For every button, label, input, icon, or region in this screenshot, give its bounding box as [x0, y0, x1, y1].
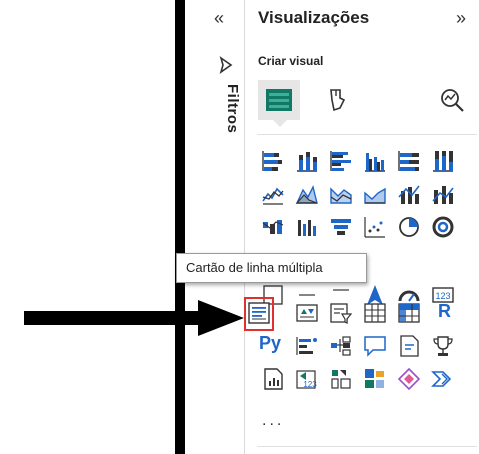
- analytics-magnifier-icon[interactable]: [438, 86, 466, 114]
- 100-stacked-bar-icon[interactable]: [396, 148, 422, 174]
- more-visuals-button[interactable]: ...: [262, 412, 284, 430]
- waterfall-icon[interactable]: [260, 214, 286, 240]
- trophy-icon[interactable]: [430, 333, 456, 359]
- gauge-ring-icon[interactable]: [430, 214, 456, 240]
- pointer-arrow-icon: [24, 300, 244, 336]
- visual-selected-icon[interactable]: [264, 86, 294, 114]
- table-icon[interactable]: [362, 300, 388, 326]
- line-stacked-column-icon[interactable]: [362, 181, 388, 207]
- qa-icon[interactable]: [362, 333, 388, 359]
- filters-pane-label[interactable]: Filtros: [224, 84, 241, 133]
- diamond-icon[interactable]: [396, 366, 422, 392]
- svg-text:123: 123: [303, 380, 317, 389]
- ribbon-chart-icon[interactable]: [430, 181, 456, 207]
- line-clustered-column-icon[interactable]: [396, 181, 422, 207]
- clustered-column-icon[interactable]: [362, 148, 388, 174]
- clustered-bar-icon[interactable]: [328, 148, 354, 174]
- double-chevron-left-icon[interactable]: «: [214, 8, 224, 29]
- double-chevron-right-icon[interactable]: »: [456, 8, 466, 29]
- slicer-icon[interactable]: [328, 300, 354, 326]
- stacked-bar-icon[interactable]: [260, 148, 286, 174]
- highlight-box: [244, 297, 274, 331]
- filters-pane: [185, 0, 245, 454]
- format-brush-icon[interactable]: [322, 86, 350, 114]
- divider-bottom: [257, 446, 477, 447]
- paginated-report-icon[interactable]: [260, 366, 286, 392]
- key-influencers-icon[interactable]: [294, 333, 320, 359]
- tooltip: Cartão de linha múltipla: [176, 253, 367, 283]
- divider: [257, 134, 477, 135]
- svg-text:123: 123: [435, 291, 450, 301]
- decomposition-chart-icon[interactable]: [362, 366, 388, 392]
- r-visual-icon[interactable]: R: [438, 301, 451, 322]
- selected-caret: [273, 120, 287, 127]
- python-visual-icon[interactable]: Py: [259, 333, 281, 354]
- kpi-icon[interactable]: [294, 300, 320, 326]
- power-automate-icon[interactable]: [328, 366, 354, 392]
- filter-icon[interactable]: [219, 56, 233, 74]
- smart-narrative-icon[interactable]: [396, 333, 422, 359]
- decomposition-tree-icon[interactable]: [328, 333, 354, 359]
- 100-stacked-column-icon[interactable]: [430, 148, 456, 174]
- line-chart-icon[interactable]: [260, 181, 286, 207]
- section-label: Criar visual: [258, 54, 324, 68]
- scatter-icon[interactable]: [328, 214, 354, 240]
- window-border: [175, 0, 185, 454]
- stacked-column-icon[interactable]: [294, 148, 320, 174]
- pie-icon[interactable]: [362, 214, 388, 240]
- powerapps-icon[interactable]: 123: [294, 366, 320, 392]
- matrix-icon[interactable]: [396, 300, 422, 326]
- stacked-area-icon[interactable]: [328, 181, 354, 207]
- area-chart-icon[interactable]: [294, 181, 320, 207]
- funnel-icon[interactable]: [294, 214, 320, 240]
- pane-title: Visualizações: [258, 8, 370, 27]
- donut-icon[interactable]: [396, 214, 422, 240]
- double-arrow-icon[interactable]: [430, 366, 456, 392]
